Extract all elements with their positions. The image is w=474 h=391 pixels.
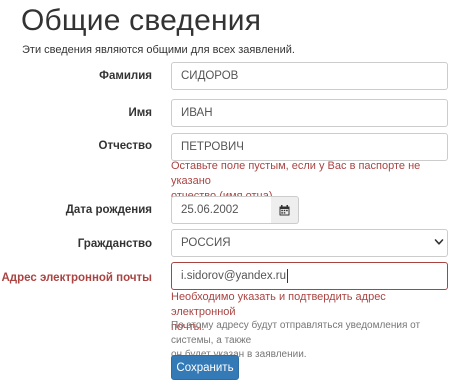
page-title: Общие сведения: [21, 4, 262, 37]
calendar-button[interactable]: [271, 196, 299, 224]
citizenship-label: Гражданство: [77, 238, 152, 250]
first-name-input[interactable]: ИВАН: [171, 99, 448, 127]
text-cursor: [287, 268, 288, 283]
first-name-label: Имя: [128, 107, 152, 119]
email-help-line1: По этому адресу будут отправляться уведо…: [171, 320, 421, 346]
save-button[interactable]: Сохранить: [171, 355, 239, 380]
email-value: i.sidorov@yandex.ru: [181, 270, 286, 282]
chevron-down-icon: [434, 239, 444, 245]
last-name-value: СИДОРОВ: [181, 70, 239, 82]
patronymic-label: Отчество: [98, 140, 152, 152]
last-name-input[interactable]: СИДОРОВ: [171, 62, 448, 90]
email-input[interactable]: i.sidorov@yandex.ru: [171, 262, 448, 290]
email-error-line1: Необходимо указать и подтвердить адрес э…: [171, 291, 386, 318]
citizenship-value: РОССИЯ: [181, 237, 231, 249]
page-subtitle: Эти сведения являются общими для всех за…: [22, 44, 295, 56]
calendar-icon: [279, 204, 290, 215]
last-name-label: Фамилия: [99, 70, 152, 82]
email-label: Адрес электронной почты: [1, 272, 152, 284]
patronymic-value: ПЕТРОВИЧ: [181, 141, 244, 153]
birth-date-label: Дата рождения: [65, 204, 152, 216]
patronymic-error-line1: Оставьте поле пустым, если у Вас в паспо…: [171, 160, 421, 187]
citizenship-select[interactable]: РОССИЯ: [171, 229, 448, 257]
birth-date-input[interactable]: 25.06.2002: [171, 196, 272, 224]
first-name-value: ИВАН: [181, 107, 213, 119]
patronymic-input[interactable]: ПЕТРОВИЧ: [171, 133, 448, 161]
birth-date-value: 25.06.2002: [181, 204, 239, 216]
